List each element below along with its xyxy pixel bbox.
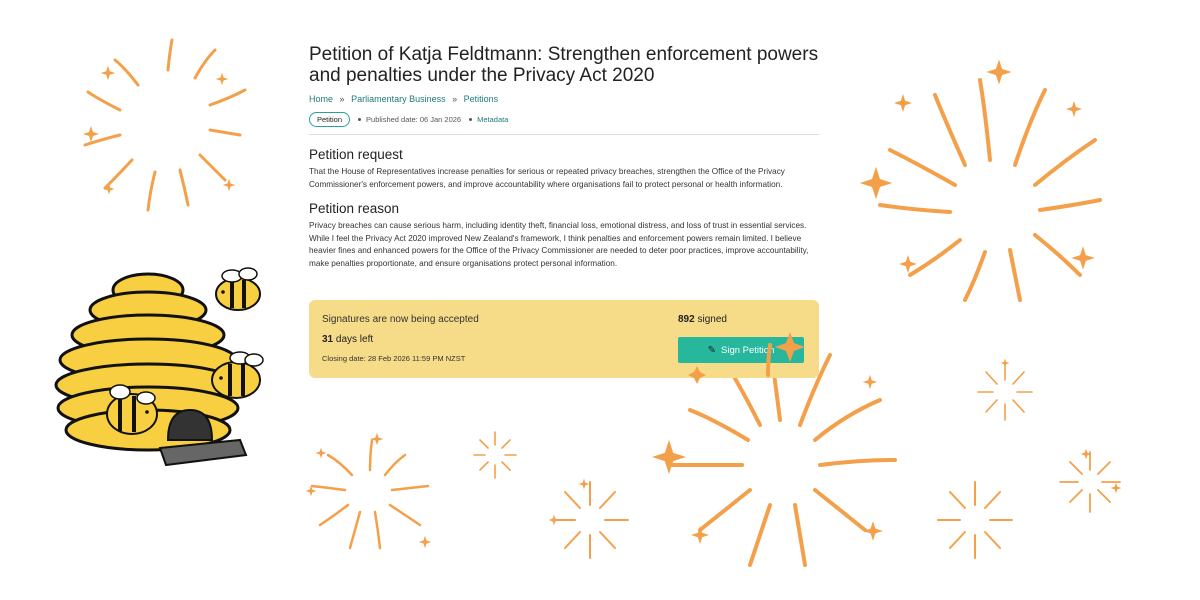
bee-icon — [211, 351, 264, 399]
breadcrumb-separator: » — [339, 94, 345, 104]
sign-petition-label: Sign Petition — [721, 344, 775, 356]
breadcrumb-separator: » — [452, 94, 458, 104]
petition-request-heading: Petition request — [309, 147, 403, 162]
firework-burst — [83, 38, 247, 212]
page-title: Petition of Katja Feldtmann: Strengthen … — [309, 44, 819, 86]
closing-date: Closing date: 28 Feb 2026 11:59 PM NZST — [322, 354, 466, 363]
bee-icon — [215, 267, 261, 311]
breadcrumb-petitions-link[interactable]: Petitions — [464, 94, 499, 104]
signature-panel: Signatures are now being accepted 31 day… — [309, 300, 819, 378]
days-left-number: 31 — [322, 334, 334, 345]
bullet-dot — [358, 118, 362, 121]
breadcrumb-parliamentary-business-link[interactable]: Parliamentary Business — [351, 94, 446, 104]
bullet-dot — [469, 118, 473, 121]
sign-petition-button[interactable]: ✎ Sign Petition — [678, 337, 804, 363]
signed-count-number: 892 — [678, 314, 695, 325]
petition-badge: Petition — [309, 112, 351, 127]
meta-row: Petition Published date: 06 Jan 2026 Met… — [309, 112, 819, 127]
days-left: 31 days left — [322, 334, 373, 345]
days-left-label: days left — [335, 334, 374, 345]
breadcrumb: Home » Parliamentary Business » Petition… — [309, 94, 819, 104]
beehive-illustration — [54, 267, 264, 467]
signed-count: 892 signed — [678, 314, 727, 325]
metadata-link[interactable]: Metadata — [477, 115, 508, 124]
pencil-icon: ✎ — [707, 344, 717, 356]
petition-reason-text: Privacy breaches can cause serious harm,… — [309, 221, 809, 268]
petition-reason-heading: Petition reason — [309, 201, 400, 216]
page-title-line1: Petition of Katja Feldtmann: Strengthen … — [309, 44, 819, 65]
petition-content: Petition of Katja Feldtmann: Strengthen … — [309, 44, 819, 378]
page-title-line2: and penalties under the Privacy Act 2020 — [309, 65, 655, 86]
signature-status: Signatures are now being accepted — [322, 314, 479, 325]
breadcrumb-home-link[interactable]: Home — [309, 94, 333, 104]
divider — [309, 134, 819, 135]
bee-icon — [106, 384, 158, 435]
published-date: Published date: 06 Jan 2026 — [366, 115, 462, 124]
signed-count-label: signed — [697, 314, 727, 325]
petition-request-text: That the House of Representatives increa… — [309, 167, 785, 189]
